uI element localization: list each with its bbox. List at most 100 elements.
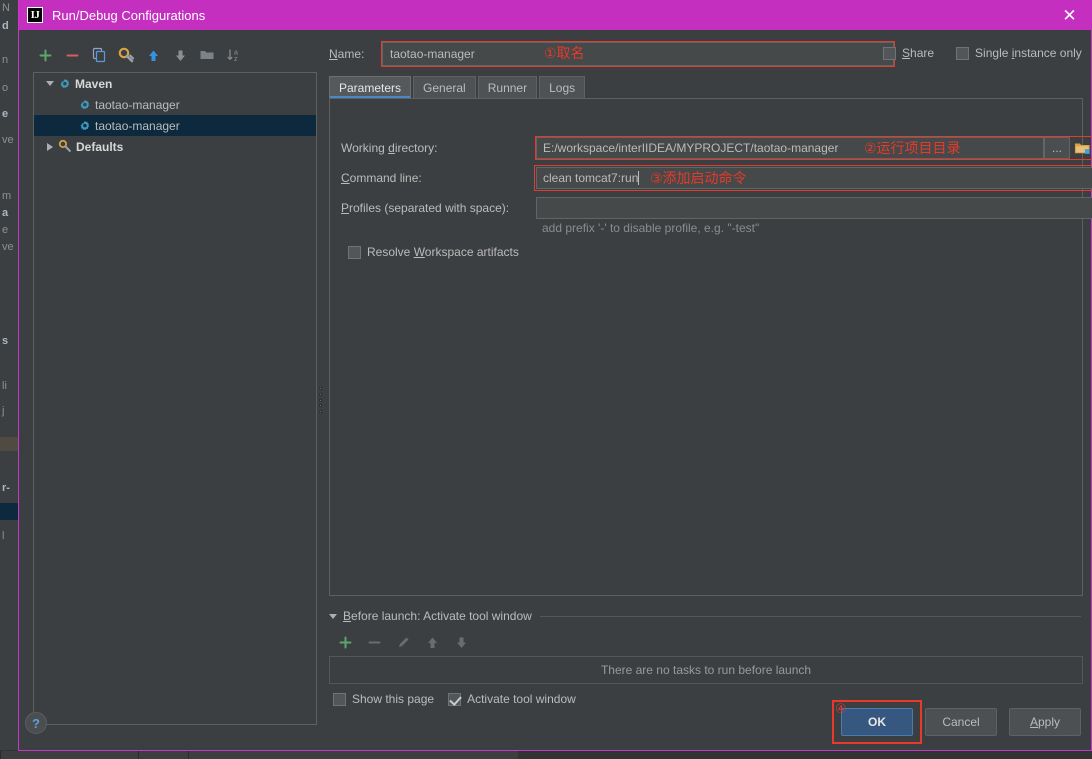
activate-tool-window-checkbox[interactable]: Activate tool window [448, 692, 576, 706]
ghost-text: r- [2, 482, 10, 494]
working-directory-browse-button[interactable]: ... [1044, 137, 1070, 159]
checkbox-box [883, 47, 896, 60]
activate-tool-window-label: Activate tool window [467, 692, 576, 706]
show-this-page-checkbox[interactable]: Show this page [333, 692, 434, 706]
collapse-triangle-icon[interactable] [329, 614, 337, 619]
tree-item-label: Defaults [76, 140, 123, 154]
cancel-button[interactable]: Cancel [925, 708, 997, 736]
working-directory-value: E:/workspace/interIIDEA/MYPROJECT/taotao… [543, 141, 838, 155]
expand-triangle-icon[interactable] [42, 81, 58, 86]
name-value: taotao-manager [390, 47, 475, 61]
configurations-toolbar: a z [33, 42, 303, 68]
command-line-label: Command line: [341, 171, 422, 185]
ghost-text: N [2, 2, 10, 14]
parameters-panel: Working directory: E:/workspace/interIID… [329, 98, 1083, 596]
text-caret [638, 171, 639, 185]
run-debug-configurations-dialog: IJ Run/Debug Configurations ✕ [18, 0, 1092, 751]
tab-parameters[interactable]: Parameters [329, 76, 411, 98]
share-options: Share Single instance only [883, 46, 1082, 60]
maven-gear-icon [78, 98, 92, 112]
tab-logs[interactable]: Logs [539, 76, 585, 98]
ghost-text: l [2, 530, 4, 542]
ghost-text: n [2, 54, 8, 66]
empty-tasks-text: There are no tasks to run before launch [601, 663, 811, 677]
collapse-triangle-icon[interactable] [42, 143, 58, 151]
ghost-text: li [2, 380, 7, 392]
profiles-label: Profiles (separated with space): [341, 201, 509, 215]
tree-item-taotao-manager-1[interactable]: taotao-manager [34, 94, 316, 115]
tab-general[interactable]: General [413, 76, 476, 98]
close-icon[interactable]: ✕ [1047, 0, 1092, 30]
ghost-text: ve [2, 134, 14, 146]
help-button[interactable]: ? [25, 712, 47, 734]
before-launch-title: Before launch: Activate tool window [343, 609, 532, 623]
move-task-up-button [420, 630, 444, 654]
sort-configurations-button[interactable]: a z [222, 43, 246, 67]
dialog-titlebar: IJ Run/Debug Configurations ✕ [19, 0, 1092, 30]
checkbox-box [448, 693, 461, 706]
ghost-text: s [2, 335, 8, 347]
before-launch-tasks-list[interactable]: There are no tasks to run before launch [329, 656, 1083, 684]
remove-configuration-button[interactable] [60, 43, 84, 67]
tree-item-maven[interactable]: Maven [34, 73, 316, 94]
checkbox-box [956, 47, 969, 60]
checkbox-box [333, 693, 346, 706]
single-instance-label: Single instance only [975, 46, 1082, 60]
tree-item-defaults[interactable]: Defaults [34, 136, 316, 157]
ghost-text: a [2, 207, 8, 219]
command-line-value: clean tomcat7:run [543, 171, 638, 185]
status-bar-segment [0, 751, 138, 759]
folder-browse-icon[interactable] [1070, 136, 1092, 160]
command-line-input[interactable]: clean tomcat7:run [536, 167, 1092, 189]
ghost-text: ve [2, 241, 14, 253]
status-bar-segment [188, 751, 518, 759]
dialog-title: Run/Debug Configurations [52, 8, 205, 23]
status-bar-segment [138, 751, 188, 759]
edit-task-button [391, 630, 415, 654]
checkbox-box [348, 246, 361, 259]
ghost-text: e [2, 108, 8, 120]
configuration-editor-panel: Name: taotao-manager ①取名 Share Single in… [325, 30, 1083, 750]
add-task-button[interactable] [333, 630, 357, 654]
ghost-text: o [2, 82, 8, 94]
apply-button[interactable]: Apply [1009, 708, 1081, 736]
section-divider [540, 616, 1081, 617]
edit-defaults-button[interactable] [114, 43, 138, 67]
resolve-workspace-artifacts-checkbox[interactable]: Resolve Workspace artifacts [348, 245, 519, 259]
splitter-grip-icon[interactable] [319, 387, 323, 413]
before-launch-toolbar [333, 630, 473, 654]
profiles-input[interactable] [536, 197, 1092, 219]
name-input[interactable]: taotao-manager [382, 42, 894, 66]
ghost-text: d [2, 20, 9, 32]
resolve-workspace-artifacts-label: Resolve Workspace artifacts [367, 245, 519, 259]
before-launch-header[interactable]: Before launch: Activate tool window [329, 608, 1083, 624]
svg-text:z: z [234, 56, 238, 63]
share-checkbox[interactable]: Share [883, 46, 934, 60]
panel-splitter[interactable] [317, 72, 325, 725]
tree-item-label: taotao-manager [95, 119, 180, 133]
show-this-page-label: Show this page [352, 692, 434, 706]
name-label: Name: [329, 47, 364, 61]
remove-task-button [362, 630, 386, 654]
tab-runner[interactable]: Runner [478, 76, 537, 98]
ghost-text: e [2, 224, 8, 236]
working-directory-input[interactable]: E:/workspace/interIIDEA/MYPROJECT/taotao… [536, 137, 1044, 159]
single-instance-checkbox[interactable]: Single instance only [956, 46, 1082, 60]
profiles-hint-text: add prefix '-' to disable profile, e.g. … [542, 221, 759, 235]
ok-button[interactable]: OK [841, 708, 913, 736]
maven-gear-icon [58, 77, 72, 91]
add-configuration-button[interactable] [33, 43, 57, 67]
create-folder-button[interactable] [195, 43, 219, 67]
tree-item-label: taotao-manager [95, 98, 180, 112]
launch-options: Show this page Activate tool window [333, 692, 576, 706]
intellij-logo-icon: IJ [27, 7, 43, 23]
ghost-text: j [2, 405, 4, 417]
copy-configuration-button[interactable] [87, 43, 111, 67]
tree-item-taotao-manager-2[interactable]: taotao-manager [34, 115, 316, 136]
maven-gear-icon [78, 119, 92, 133]
move-down-button[interactable] [168, 43, 192, 67]
move-up-button[interactable] [141, 43, 165, 67]
editor-tabs: Parameters General Runner Logs [329, 76, 587, 98]
wrench-icon [58, 139, 73, 154]
configurations-tree[interactable]: Maven taotao-manager taotao-manager [33, 72, 317, 725]
